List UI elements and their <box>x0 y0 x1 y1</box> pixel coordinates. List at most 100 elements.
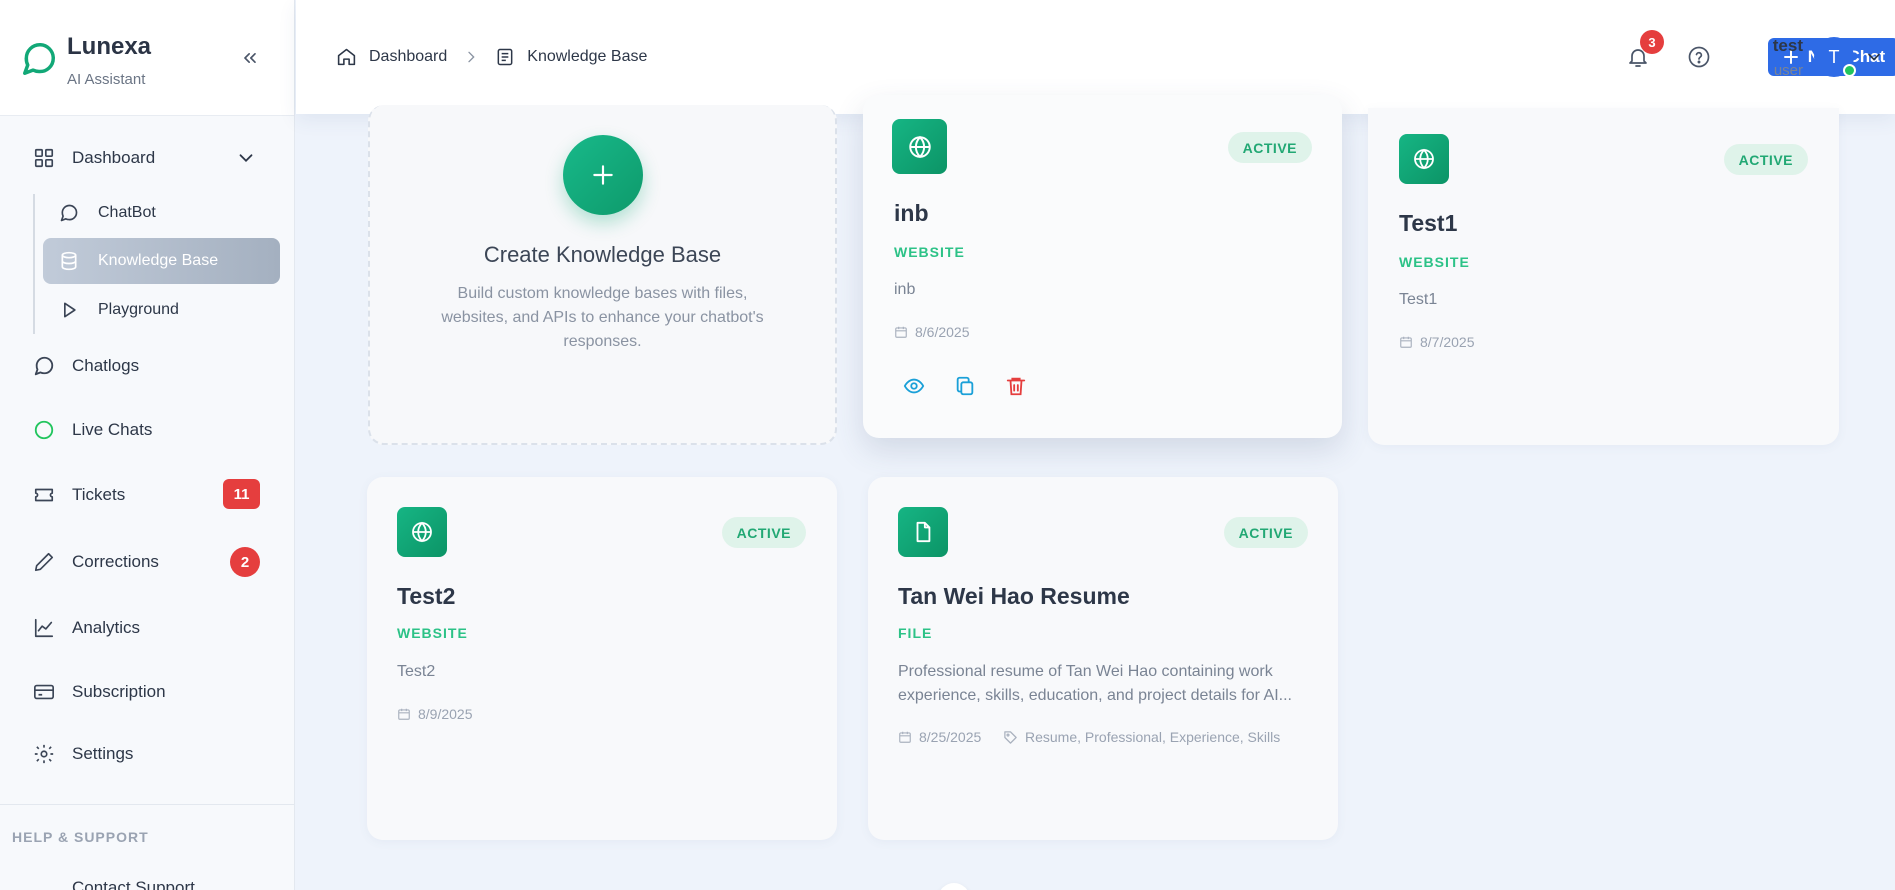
submenu-line <box>33 194 35 334</box>
ticket-icon <box>33 484 55 506</box>
date-text: 8/9/2025 <box>418 706 473 722</box>
globe-icon <box>1399 134 1449 184</box>
card-type: WEBSITE <box>397 625 468 641</box>
sidebar-item-label: ChatBot <box>98 204 156 221</box>
create-card-title: Create Knowledge Base <box>483 242 722 267</box>
grid-icon <box>33 147 55 169</box>
sidebar-item-tickets[interactable]: Tickets 11 <box>0 473 295 517</box>
card-description: Test2 <box>397 663 436 680</box>
chat-logo-icon <box>20 40 58 78</box>
calendar-icon <box>894 325 908 339</box>
breadcrumb-current: Knowledge Base <box>527 47 648 65</box>
chat-bubble-icon <box>59 203 79 223</box>
sidebar-item-label: Live Chats <box>72 420 153 439</box>
app-name: Lunexa <box>67 33 152 60</box>
card-title: Test1 <box>1399 210 1458 236</box>
sidebar-item-label: Tickets <box>72 485 126 504</box>
create-knowledge-base-card[interactable]: Create Knowledge Base Build custom knowl… <box>368 105 837 445</box>
sidebar-item-analytics[interactable]: Analytics <box>0 606 295 650</box>
user-name: test <box>1772 36 1803 55</box>
sidebar-item-label: Settings <box>72 744 134 763</box>
chart-line-icon <box>33 617 55 639</box>
play-icon <box>59 300 79 320</box>
status-badge: ACTIVE <box>721 517 806 548</box>
document-icon <box>495 47 515 67</box>
card-date: 8/6/2025 <box>894 324 970 340</box>
card-date: 8/7/2025 <box>1399 334 1475 350</box>
brand-header: Lunexa AI Assistant <box>0 0 294 116</box>
card-date: 8/9/2025 <box>397 706 473 722</box>
chevron-right-icon <box>463 49 479 65</box>
credit-card-icon <box>33 681 55 703</box>
card-title: Tan Wei Hao Resume <box>898 583 1130 609</box>
sidebar-item-label: Analytics <box>72 618 141 637</box>
globe-icon <box>397 507 447 557</box>
card-description: Test1 <box>1399 291 1438 308</box>
sidebar-item-chatlogs[interactable]: Chatlogs <box>0 344 295 388</box>
chevron-down-icon <box>1864 47 1884 67</box>
card-description: inb <box>894 281 916 298</box>
chat-bubble-icon <box>33 355 55 377</box>
card-description: Professional resume of Tan Wei Hao conta… <box>898 663 1292 704</box>
card-tags: Resume, Professional, Experience, Skills <box>1003 729 1280 745</box>
sidebar-item-subscription[interactable]: Subscription <box>0 670 295 714</box>
sidebar-item-dashboard[interactable]: Dashboard <box>0 136 295 180</box>
card-type: WEBSITE <box>894 244 965 260</box>
sidebar-item-playground[interactable]: Playground <box>43 287 280 333</box>
eye-icon[interactable] <box>903 375 925 397</box>
date-text: 8/25/2025 <box>919 729 982 745</box>
pagination-button[interactable] <box>938 883 970 890</box>
card-type: WEBSITE <box>1399 254 1470 270</box>
sidebar-item-contact-support[interactable]: Contact Support <box>0 870 295 890</box>
collapse-sidebar-icon[interactable] <box>240 48 260 68</box>
sidebar-item-corrections[interactable]: Corrections 2 <box>0 540 295 584</box>
calendar-icon <box>1399 335 1413 349</box>
trash-icon[interactable] <box>1005 375 1027 397</box>
sidebar-item-label: Contact Support <box>72 878 195 890</box>
online-status-dot <box>1843 64 1856 77</box>
status-badge: ACTIVE <box>1723 144 1808 175</box>
calendar-icon <box>397 707 411 721</box>
home-icon <box>336 46 357 67</box>
app-subtitle: AI Assistant <box>67 71 146 88</box>
gear-icon <box>33 743 55 765</box>
sidebar-item-label: Knowledge Base <box>98 252 219 269</box>
sidebar-item-label: Chatlogs <box>72 356 140 375</box>
copy-icon[interactable] <box>954 375 976 397</box>
tickets-count-badge: 11 <box>223 479 260 509</box>
knowledge-card[interactable]: ACTIVE Test2 WEBSITE Test2 8/9/2025 <box>367 477 837 840</box>
breadcrumb-dashboard[interactable]: Dashboard <box>369 48 447 66</box>
pencil-icon <box>33 551 55 573</box>
globe-icon <box>892 119 947 174</box>
sidebar-item-chatbot[interactable]: ChatBot <box>43 190 280 236</box>
date-text: 8/6/2025 <box>915 324 970 340</box>
corrections-count-badge: 2 <box>230 547 260 577</box>
tag-icon <box>1003 730 1018 745</box>
sidebar-item-live-chats[interactable]: Live Chats <box>0 408 295 452</box>
help-support-label: HELP & SUPPORT <box>12 829 149 845</box>
status-badge: ACTIVE <box>1227 132 1312 163</box>
sidebar-item-settings[interactable]: Settings <box>0 732 295 776</box>
sidebar: Lunexa AI Assistant Dashboard ChatBot Kn… <box>0 0 295 890</box>
user-role: user <box>1773 62 1803 79</box>
card-date: 8/25/2025 <box>898 729 981 745</box>
knowledge-card[interactable]: ACTIVE Tan Wei Hao Resume FILE Professio… <box>868 477 1338 840</box>
knowledge-card[interactable]: ACTIVE inb WEBSITE inb 8/6/2025 <box>863 95 1342 438</box>
sidebar-divider <box>0 804 295 805</box>
file-icon <box>898 507 948 557</box>
sidebar-item-label: Playground <box>98 301 179 318</box>
sidebar-item-label: Subscription <box>72 682 166 701</box>
circle-icon <box>33 419 55 441</box>
knowledge-card[interactable]: ACTIVE Test1 WEBSITE Test1 8/7/2025 <box>1368 108 1839 445</box>
help-circle-icon[interactable] <box>1687 45 1711 69</box>
sidebar-item-label: Dashboard <box>72 148 156 167</box>
card-type: FILE <box>898 625 933 641</box>
create-card-description: Build custom knowledge bases with files,… <box>441 285 764 350</box>
user-menu[interactable]: test user T <box>1736 30 1891 86</box>
breadcrumb: Dashboard Knowledge Base <box>336 46 647 67</box>
date-text: 8/7/2025 <box>1420 334 1475 350</box>
sidebar-item-knowledge-base[interactable]: Knowledge Base <box>43 238 280 284</box>
status-badge: ACTIVE <box>1223 517 1308 548</box>
sidebar-item-label: Corrections <box>72 552 159 571</box>
notification-badge: 3 <box>1640 30 1664 54</box>
